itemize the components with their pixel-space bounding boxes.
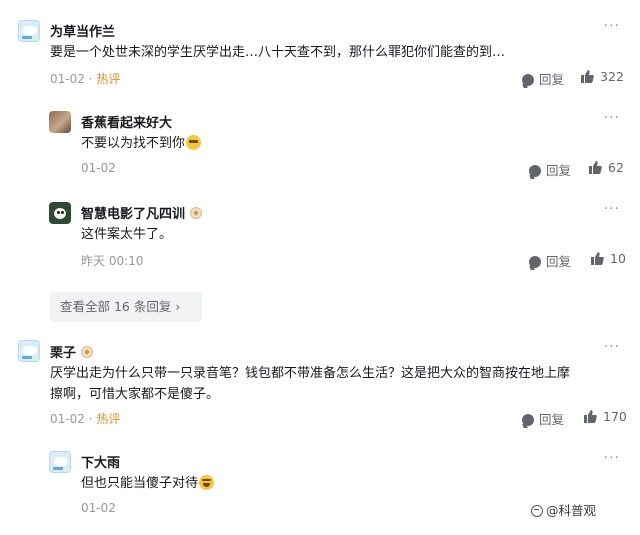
comment-text: 要是一个处世未深的学生厌学出走…八十天查不到，那什么罪犯你们能查的到… (50, 45, 506, 60)
view-all-replies-button[interactable]: 查看全部 16 条回复 › (50, 292, 202, 322)
avatar[interactable] (49, 111, 71, 133)
comment-username-text: 栗子 (50, 346, 77, 361)
reply-label: 回复 (539, 412, 565, 427)
watermark-logo-icon (531, 505, 543, 517)
reply-label: 回复 (546, 254, 572, 269)
reply-username[interactable]: 香蕉看起来好大 (81, 112, 172, 131)
comment-meta: 01-02 · 热评 (50, 72, 121, 86)
avatar[interactable] (18, 340, 40, 362)
comment-username[interactable]: 为草当作兰 (50, 21, 115, 40)
reply-date: 昨天 00:10 (81, 254, 144, 268)
avatar[interactable] (18, 20, 40, 42)
like-count: 170 (603, 409, 627, 424)
like-count: 10 (610, 251, 626, 266)
more-options-icon[interactable]: ··· (604, 110, 620, 126)
reply-text-content: 但也只能当傻子对待 (81, 476, 199, 491)
like-button[interactable]: 10 (591, 251, 626, 266)
thumbs-up-icon (589, 161, 602, 174)
reply-date: 01-02 (81, 161, 116, 175)
avatar[interactable] (49, 202, 71, 224)
reply-username-text: 智慧电影了凡四训 (81, 207, 186, 222)
reply-icon (522, 74, 534, 86)
reply-icon (529, 165, 541, 177)
reply-button[interactable]: 回复 (529, 251, 571, 270)
watermark: @科普观 (531, 500, 596, 519)
reply-username[interactable]: 智慧电影了凡四训 (81, 203, 203, 222)
more-options-icon[interactable]: ··· (604, 450, 620, 466)
reply-text: 不要以为找不到你 (81, 133, 202, 154)
comment-meta: 01-02 · 热评 (50, 412, 121, 426)
reply-button[interactable]: 回复 (522, 69, 564, 88)
reply-text: 这件案太牛了。 (81, 227, 173, 242)
reply-button[interactable]: 回复 (522, 409, 564, 428)
comment-username[interactable]: 栗子 (50, 342, 94, 361)
laugh-cry-emoji-icon (199, 475, 215, 490)
reply-icon (522, 414, 534, 426)
avatar[interactable] (49, 451, 71, 473)
reply-text: 但也只能当傻子对待 (81, 473, 215, 494)
like-button[interactable]: 170 (584, 409, 627, 424)
level-badge-icon (81, 346, 94, 358)
comment-date: 01-02 (50, 72, 85, 86)
sunglasses-emoji-icon (186, 135, 202, 150)
reply-button[interactable]: 回复 (529, 160, 571, 179)
more-options-icon[interactable]: ··· (604, 18, 620, 34)
reply-username[interactable]: 下大雨 (81, 452, 120, 471)
reply-label: 回复 (539, 72, 565, 87)
comment-text: 厌学出走为什么只带一只录音笔？钱包都不带准备怎么生活？这是把大众的智商按在地上摩… (50, 363, 630, 405)
comment-date: 01-02 (50, 412, 85, 426)
reply-date: 01-02 (81, 501, 116, 515)
like-count: 322 (600, 69, 624, 84)
like-button[interactable]: 62 (589, 160, 624, 175)
level-badge-icon (190, 207, 203, 219)
thumbs-up-icon (584, 410, 597, 423)
comment-text-line-2: 擦啊，可惜大家都不是傻子。 (50, 387, 220, 402)
watermark-text: @科普观 (546, 503, 597, 518)
hot-comment-label: 热评 (96, 72, 121, 86)
comment-text-line-1: 厌学出走为什么只带一只录音笔？钱包都不带准备怎么生活？这是把大众的智商按在地上摩 (50, 366, 571, 381)
more-options-icon[interactable]: ··· (604, 339, 620, 355)
like-count: 62 (608, 160, 624, 175)
like-button[interactable]: 322 (581, 69, 624, 84)
more-options-icon[interactable]: ··· (604, 201, 620, 217)
thumbs-up-icon (591, 252, 604, 265)
reply-text-content: 不要以为找不到你 (81, 136, 186, 151)
hot-comment-label: 热评 (96, 412, 121, 426)
reply-label: 回复 (546, 163, 572, 178)
reply-icon (529, 256, 541, 268)
thumbs-up-icon (581, 70, 594, 83)
